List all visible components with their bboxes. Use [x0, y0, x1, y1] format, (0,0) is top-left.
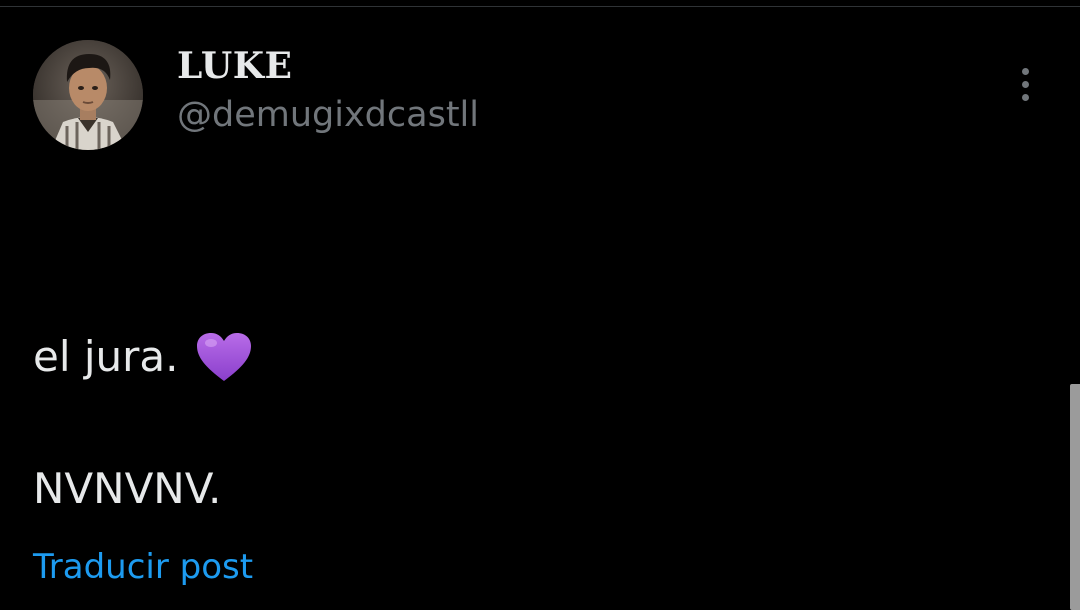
scrollbar[interactable] [1070, 384, 1080, 610]
profile-photo-icon [33, 40, 143, 150]
more-vertical-icon [1021, 67, 1029, 75]
author-display-name[interactable]: LUKE [177, 44, 292, 88]
post-text: el jura. [33, 332, 179, 381]
avatar[interactable] [33, 40, 143, 150]
translate-post-link[interactable]: Traducir post [33, 545, 253, 589]
purple-heart-icon [195, 331, 253, 383]
post-text-line-2: NVNVNV. [33, 464, 222, 513]
post-text-line-1: el jura. [33, 331, 253, 383]
post-view: LUKE @demugixdcastll el jura. NVNVNV. Tr… [0, 0, 1080, 610]
more-vertical-icon-dot [1021, 93, 1029, 101]
author-handle[interactable]: @demugixdcastll [177, 94, 479, 136]
more-options-button[interactable] [1005, 62, 1045, 106]
more-vertical-icon-dot [1021, 80, 1029, 88]
top-divider [0, 6, 1080, 7]
